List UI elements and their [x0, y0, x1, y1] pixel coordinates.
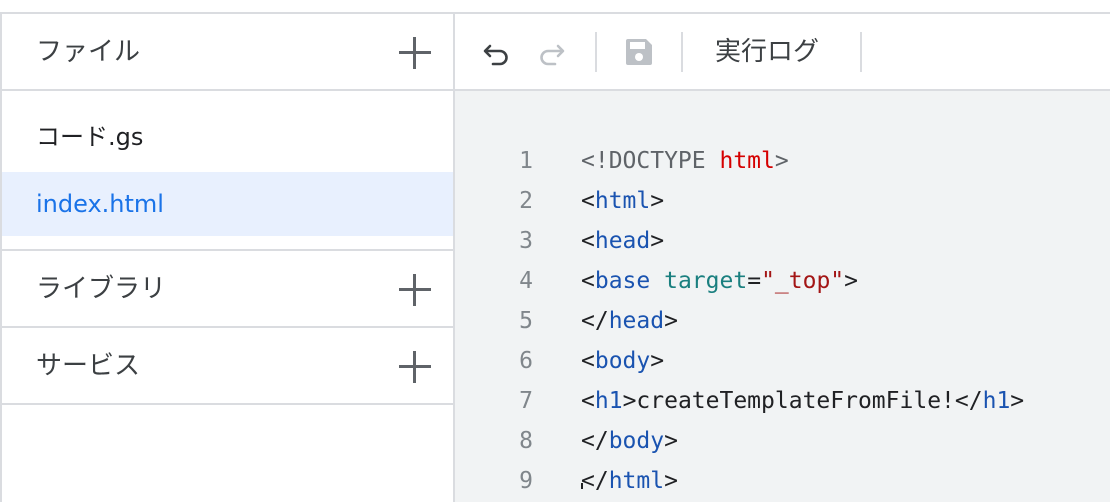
code-token: </	[581, 308, 609, 334]
add-service-plus-icon[interactable]	[399, 351, 431, 383]
code-token: >	[1010, 388, 1025, 414]
code-token: =	[747, 268, 762, 294]
code-text: </head>	[581, 301, 678, 341]
execution-log-button[interactable]: 実行ログ	[715, 14, 819, 91]
code-line: 9 </html>	[455, 461, 1110, 501]
file-list: コード.gs index.html	[2, 91, 453, 251]
code-token: html	[608, 468, 665, 494]
code-token: >	[774, 148, 789, 174]
code-token: >	[650, 188, 665, 214]
libraries-section-title: ライブラリ	[36, 274, 167, 304]
code-line: 7 <h1>createTemplateFromFile!</h1>	[455, 381, 1110, 421]
line-number: 9	[519, 468, 533, 494]
editor-panel: 実行ログ 1 <!DOCTYPE html> 2 <html> 3 <head> 4 <bas…	[455, 12, 1110, 502]
code-token: <	[581, 188, 595, 214]
libraries-section-header: ライブラリ	[2, 251, 453, 328]
file-item-index-html[interactable]: index.html	[2, 172, 453, 236]
code-text: <body>	[581, 341, 664, 381]
line-number: 5	[519, 308, 533, 334]
code-text: <h1>createTemplateFromFile!</h1>	[581, 381, 1024, 421]
save-icon[interactable]	[623, 36, 655, 68]
sidebar: ファイル コード.gs index.html ライブラリ サービス	[0, 12, 455, 502]
code-text: </body>	[581, 421, 678, 461]
code-line: 8 </body>	[455, 421, 1110, 461]
code-text: <html>	[581, 181, 664, 221]
services-section-header: サービス	[2, 328, 453, 405]
app-root: ファイル コード.gs index.html ライブラリ サービス 実行ログ 1…	[0, 0, 1110, 502]
code-token: <!DOCTYPE	[581, 148, 720, 174]
code-token: html	[594, 188, 651, 214]
text-cursor	[581, 483, 583, 489]
code-token: <	[581, 228, 595, 254]
line-number: 1	[519, 148, 533, 174]
files-section-title: ファイル	[36, 37, 141, 67]
code-text: <!DOCTYPE html>	[581, 141, 789, 181]
code-token: "_top"	[761, 268, 845, 294]
line-number: 8	[519, 428, 533, 454]
files-section-header: ファイル	[2, 14, 453, 91]
code-token: >	[650, 348, 665, 374]
code-token: >	[650, 228, 665, 254]
code-token: head	[594, 228, 651, 254]
code-line: 4 <base target="_top">	[455, 261, 1110, 301]
line-number: 3	[519, 228, 533, 254]
code-token: body	[594, 348, 651, 374]
code-token: h1	[982, 388, 1011, 414]
code-token: >	[844, 268, 859, 294]
line-number: 7	[519, 388, 533, 414]
code-line: 5 </head>	[455, 301, 1110, 341]
code-text: <head>	[581, 221, 664, 261]
code-token: head	[608, 308, 665, 334]
toolbar-divider	[595, 32, 597, 72]
services-section-title: サービス	[36, 351, 141, 381]
code-token: >	[664, 468, 678, 494]
code-token: h1	[594, 388, 623, 414]
file-item-code-gs[interactable]: コード.gs	[2, 105, 453, 169]
code-token: >createTemplateFromFile!</	[622, 388, 983, 414]
toolbar-divider	[860, 32, 862, 72]
code-token: >	[664, 308, 678, 334]
code-token: >	[664, 428, 678, 454]
code-line: 3 <head>	[455, 221, 1110, 261]
toolbar-divider	[681, 32, 683, 72]
code-line: 2 <html>	[455, 181, 1110, 221]
editor-toolbar: 実行ログ	[455, 14, 1110, 91]
code-text: <base target="_top">	[581, 261, 858, 301]
redo-icon[interactable]	[535, 36, 567, 68]
code-token: body	[608, 428, 665, 454]
code-line: 1 <!DOCTYPE html>	[455, 141, 1110, 181]
undo-icon[interactable]	[481, 36, 513, 68]
code-line: 6 <body>	[455, 341, 1110, 381]
code-text: </html>	[581, 461, 678, 501]
code-token: </	[581, 428, 609, 454]
code-token: base	[594, 268, 651, 294]
code-token: <	[581, 388, 595, 414]
code-token: </	[581, 468, 609, 494]
code-token: target	[664, 268, 748, 294]
code-editor[interactable]: 1 <!DOCTYPE html> 2 <html> 3 <head> 4 <base tar…	[455, 91, 1110, 502]
add-library-plus-icon[interactable]	[399, 274, 431, 306]
code-token: html	[719, 148, 775, 174]
line-number: 4	[519, 268, 533, 294]
line-number: 2	[519, 188, 533, 214]
code-token: <	[581, 348, 595, 374]
add-file-plus-icon[interactable]	[399, 37, 431, 69]
code-token: <	[581, 268, 595, 294]
line-number: 6	[519, 348, 533, 374]
